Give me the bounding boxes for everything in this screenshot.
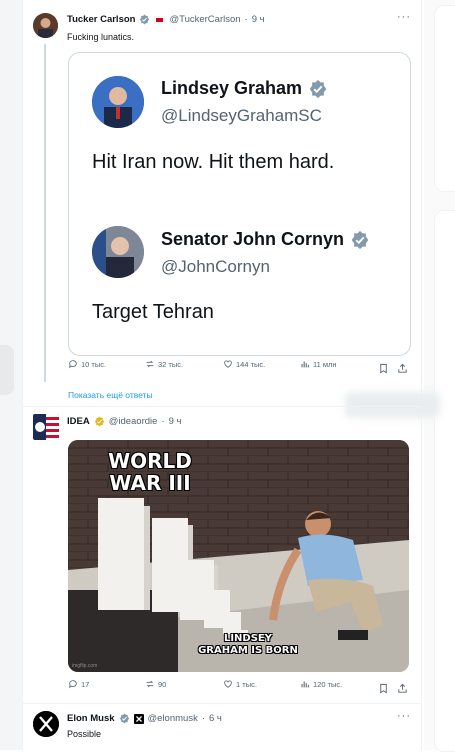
author-handle[interactable]: @ideaordie xyxy=(109,416,158,427)
tweet-time[interactable]: 9 ч xyxy=(252,14,265,25)
quoted-text-1: Hit Iran now. Hit them hard. xyxy=(92,151,335,173)
heart-icon xyxy=(224,360,232,368)
meme-image[interactable]: WORLD WAR III LINDSEY GRAHAM IS BORN img… xyxy=(68,440,409,672)
thread-line xyxy=(44,44,46,382)
show-more-replies-link[interactable]: Показать ещё ответы xyxy=(68,390,153,400)
reply-button[interactable]: 17 xyxy=(68,679,89,689)
quoted-name-1: Lindsey Graham xyxy=(161,78,328,99)
gold-verified-icon xyxy=(94,416,104,427)
author-name[interactable]: Elon Musk xyxy=(67,713,115,724)
meme-caption-top-1: WORLD xyxy=(108,449,192,473)
author-handle[interactable]: @elonmusk xyxy=(148,713,198,724)
more-options-icon[interactable]: ··· xyxy=(397,710,411,722)
cornyn-avatar xyxy=(92,226,144,278)
quoted-handle-2: @JohnCornyn xyxy=(161,257,270,276)
tweet-time[interactable]: 9 ч xyxy=(169,416,182,427)
bookmark-icon[interactable] xyxy=(378,683,389,694)
quoted-screenshot[interactable]: Lindsey Graham @LindseyGrahamSC Hit Iran… xyxy=(68,52,411,356)
like-button[interactable]: 144 тыс. xyxy=(223,359,265,369)
sidebar-card-trends[interactable] xyxy=(434,210,455,752)
author-name[interactable]: Tucker Carlson xyxy=(67,14,135,25)
tweet-time[interactable]: 6 ч xyxy=(209,713,222,724)
share-icon[interactable] xyxy=(397,363,408,374)
flag-badge-icon xyxy=(154,15,166,24)
meme-caption-top-2: WAR III xyxy=(109,471,191,495)
reply-icon xyxy=(69,680,77,689)
repost-icon xyxy=(146,360,154,368)
meme-caption-bottom-2: GRAHAM IS BORN xyxy=(198,645,298,656)
quoted-handle-1: @LindseyGrahamSC xyxy=(161,106,322,125)
divider xyxy=(22,406,420,407)
x-affiliate-icon xyxy=(133,713,144,724)
tweet3-header: Elon Musk @elonmusk · 6 ч xyxy=(67,713,222,724)
tucker-avatar[interactable] xyxy=(33,13,58,38)
tweet-text: Fucking lunatics. xyxy=(67,32,135,42)
sidebar-card-top[interactable] xyxy=(434,5,455,192)
tweet-text: Possible xyxy=(67,729,102,739)
verified-icon xyxy=(351,230,369,249)
share-icon[interactable] xyxy=(397,683,408,694)
verified-icon xyxy=(309,79,327,98)
verified-icon xyxy=(119,713,129,724)
tweet2-header: IDEA @ideaordie · 9 ч xyxy=(67,416,182,427)
left-gutter xyxy=(0,0,22,750)
gutter-blob xyxy=(0,345,14,395)
reply-icon xyxy=(69,360,77,369)
views-button[interactable]: 11 млн xyxy=(300,359,337,369)
elon-avatar[interactable] xyxy=(33,711,59,737)
repost-button[interactable]: 90 xyxy=(145,679,166,689)
idea-avatar[interactable] xyxy=(33,414,59,440)
views-icon xyxy=(301,361,309,368)
like-button[interactable]: 1 тыс. xyxy=(223,679,257,689)
meme-caption-bottom-1: LINDSEY xyxy=(223,633,273,644)
quoted-name-2: Senator John Cornyn xyxy=(161,229,370,250)
right-sidebar xyxy=(424,0,455,752)
author-handle[interactable]: @TuckerCarlson xyxy=(169,14,240,25)
meme-watermark: imgflip.com xyxy=(72,663,98,669)
bookmark-icon[interactable] xyxy=(378,363,389,374)
views-icon xyxy=(301,681,309,688)
tweet1-header: Tucker Carlson @TuckerCarlson · 9 ч xyxy=(67,14,265,25)
heart-icon xyxy=(224,680,232,688)
lindsey-avatar xyxy=(92,76,144,128)
repost-button[interactable]: 32 тыс. xyxy=(145,359,183,369)
verified-icon xyxy=(140,14,150,25)
more-options-icon[interactable]: ··· xyxy=(397,11,411,23)
views-button[interactable]: 120 тыс. xyxy=(300,679,342,689)
author-name[interactable]: IDEA xyxy=(67,416,90,427)
repost-icon xyxy=(146,680,154,688)
reply-button[interactable]: 10 тыс. xyxy=(68,359,106,369)
blurred-region xyxy=(345,392,440,418)
quoted-text-2: Target Tehran xyxy=(92,301,214,323)
divider xyxy=(22,703,420,704)
